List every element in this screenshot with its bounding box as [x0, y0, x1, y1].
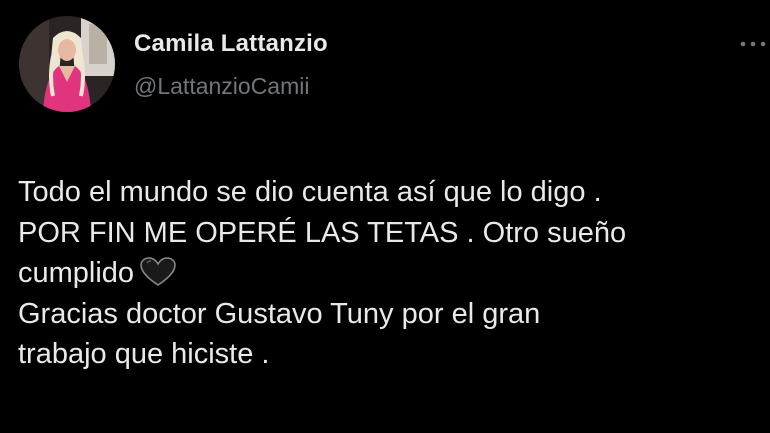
tweet-card: Camila Lattanzio @LattanzioCamii Todo el… [0, 0, 770, 433]
tweet-line: cumplido [18, 257, 135, 289]
avatar[interactable] [19, 16, 115, 112]
tweet-text: Todo el mundo se dio cuenta así que lo d… [18, 172, 768, 375]
tweet-line-with-emoji: cumplido [18, 253, 768, 294]
author-display-name[interactable]: Camila Lattanzio [134, 30, 328, 58]
tweet-line: trabajo que hiciste . [18, 338, 270, 370]
author-handle[interactable]: @LattanzioCamii [134, 73, 309, 100]
tweet-line: POR FIN ME OPERÉ LAS TETAS . Otro sueño [18, 216, 627, 249]
profile-photo [19, 16, 115, 112]
tweet-line: Todo el mundo se dio cuenta así que lo d… [18, 176, 602, 208]
tweet-line: Gracias doctor Gustavo Tuny por el gran [18, 297, 541, 330]
more-options-icon[interactable] [738, 36, 768, 52]
black-heart-icon [138, 257, 178, 287]
